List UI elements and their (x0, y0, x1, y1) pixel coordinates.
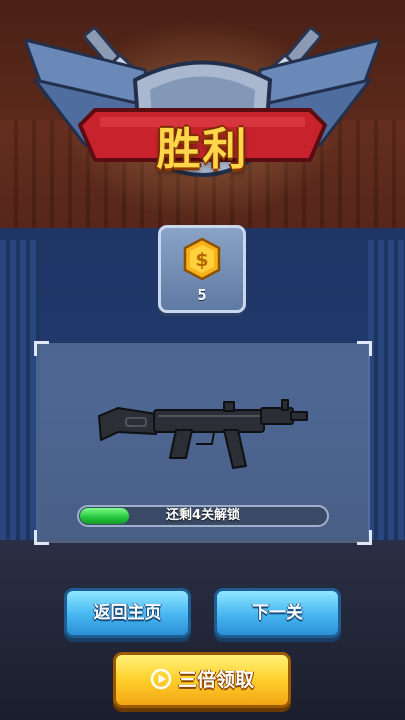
victory-title: 胜利 (156, 124, 249, 175)
unlock-progress-bar: 还剩4关解锁 (77, 505, 329, 527)
panel-corner (357, 530, 372, 545)
victory-banner: 胜利 (23, 25, 382, 205)
triple-reward-label: 三倍领取 (177, 669, 254, 691)
coin-reward-amount: 5 (197, 286, 207, 304)
weapon-unlock-panel: 还剩4关解锁 (34, 341, 372, 545)
coin-reward-card: $ 5 (158, 225, 246, 313)
unlock-progress-text: 还剩4关解锁 (165, 508, 241, 523)
panel-corner (34, 530, 49, 545)
return-home-button[interactable]: 返回主页 (64, 588, 191, 638)
next-level-button[interactable]: 下一关 (214, 588, 341, 638)
background-panel-right (368, 240, 405, 540)
play-circle-icon (150, 668, 172, 689)
triple-reward-button[interactable]: 三倍领取 (113, 652, 291, 708)
dollar-coin-icon: $ (183, 237, 221, 281)
svg-text:$: $ (195, 249, 208, 271)
panel-corner (357, 341, 372, 356)
background-panel-left (0, 240, 40, 540)
panel-corner (34, 341, 49, 356)
submachine-gun-icon (98, 399, 308, 469)
